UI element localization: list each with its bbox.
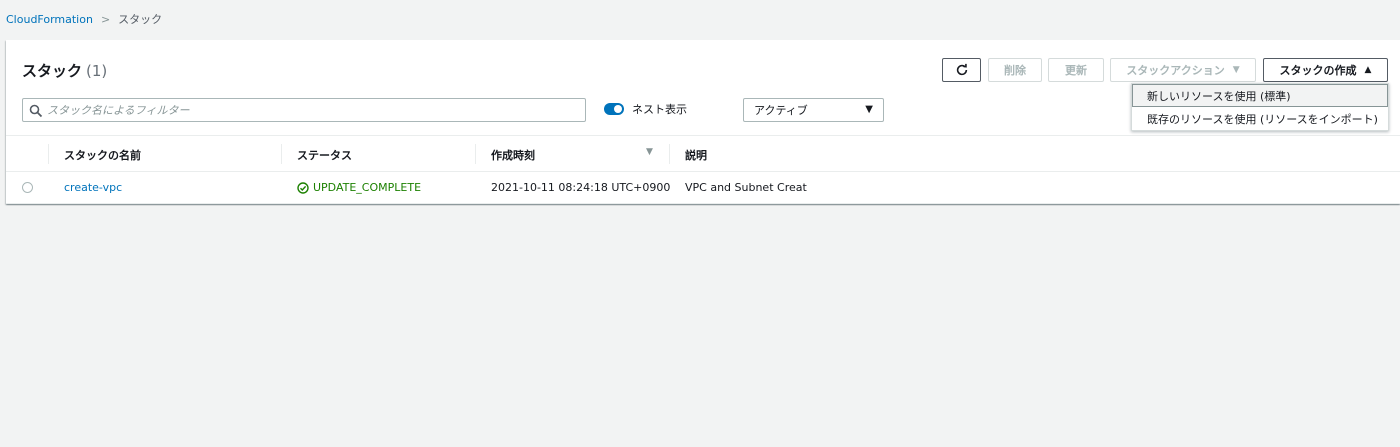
status-cell: UPDATE_COMPLETE: [297, 181, 421, 194]
nested-view-label: ネスト表示: [632, 103, 687, 116]
toggle-switch[interactable]: [604, 103, 624, 115]
search-input[interactable]: [47, 101, 577, 119]
delete-button[interactable]: 削除: [988, 58, 1042, 82]
nested-view-toggle[interactable]: ネスト表示: [604, 101, 687, 117]
toggle-knob: [614, 105, 622, 113]
create-stack-label: スタックの作成: [1279, 64, 1357, 77]
caret-down-icon: ▼: [1232, 65, 1240, 75]
table-row[interactable]: create-vpc UPDATE_COMPLETE 2021-10-11 08…: [6, 172, 1400, 204]
create-stack-menu: 新しいリソースを使用 (標準) 既存のリソースを使用 (リソースをインポート): [1131, 83, 1389, 131]
sort-descending-icon[interactable]: ▼: [646, 147, 653, 157]
status-text: UPDATE_COMPLETE: [313, 181, 422, 194]
refresh-icon: [956, 63, 967, 76]
stack-actions-label: スタックアクション: [1126, 64, 1225, 77]
column-header-status[interactable]: ステータス: [297, 147, 352, 163]
menu-item-new-resources[interactable]: 新しいリソースを使用 (標準): [1132, 84, 1388, 107]
menu-item-import-resources[interactable]: 既存のリソースを使用 (リソースをインポート): [1132, 107, 1388, 130]
create-stack-button[interactable]: スタックの作成 ▲: [1263, 58, 1388, 82]
update-button[interactable]: 更新: [1048, 58, 1104, 82]
search-icon: [29, 103, 43, 118]
breadcrumb-current: スタック: [118, 13, 163, 26]
breadcrumb-separator: >: [100, 12, 111, 26]
column-header-description[interactable]: 説明: [685, 147, 707, 163]
column-header-created[interactable]: 作成時刻: [491, 147, 535, 163]
stack-name-link[interactable]: create-vpc: [64, 181, 122, 194]
page-title: スタック (1): [22, 60, 107, 81]
stack-actions-button[interactable]: スタックアクション ▼: [1110, 58, 1256, 82]
status-filter-value: アクティブ: [754, 104, 808, 117]
breadcrumb-cloudformation-link[interactable]: CloudFormation: [6, 13, 93, 26]
breadcrumb: CloudFormation > スタック: [6, 11, 162, 27]
check-circle-icon: [297, 181, 309, 194]
panel-title-text: スタック: [22, 62, 83, 80]
stack-count: (1): [86, 62, 108, 80]
caret-up-icon: ▲: [1364, 65, 1372, 75]
column-divider: [48, 144, 49, 164]
status-filter-select[interactable]: アクティブ ▼: [743, 98, 884, 122]
column-header-name[interactable]: スタックの名前: [64, 147, 141, 163]
search-field[interactable]: [22, 98, 586, 122]
column-divider: [475, 144, 476, 164]
table-header: スタックの名前 ステータス 作成時刻 ▼ 説明: [6, 135, 1400, 172]
row-select-radio[interactable]: [22, 182, 33, 193]
refresh-button[interactable]: [942, 58, 981, 82]
column-divider: [281, 144, 282, 164]
description: VPC and Subnet Creat: [685, 181, 807, 194]
created-time: 2021-10-11 08:24:18 UTC+0900: [491, 181, 671, 194]
column-divider: [669, 144, 670, 164]
caret-down-icon: ▼: [865, 104, 873, 115]
